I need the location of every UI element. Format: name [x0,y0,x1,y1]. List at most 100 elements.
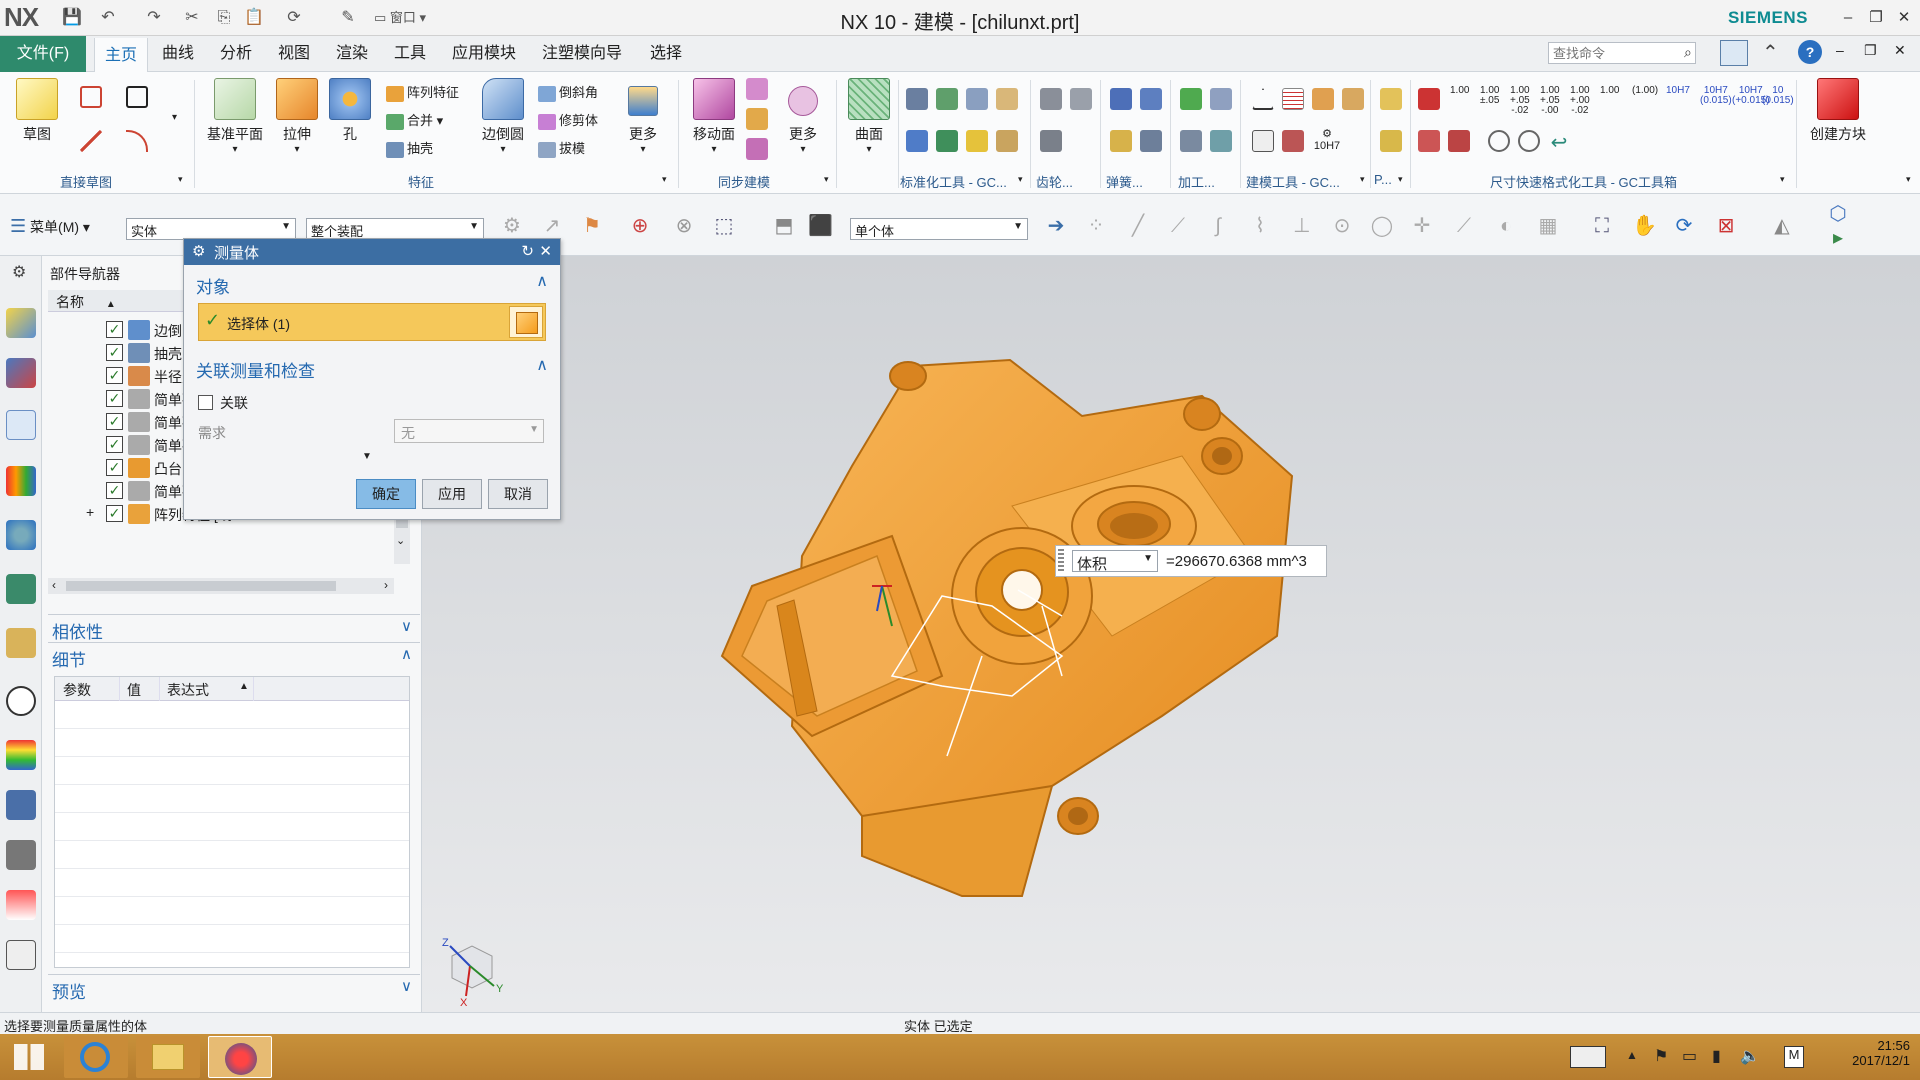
select-body-row[interactable]: ✓ 选择体 (1) [198,303,546,341]
manufacturing-wizard-icon[interactable] [6,840,36,870]
intersection-snap-icon[interactable]: ⊥ [1290,214,1314,238]
create-block-button[interactable]: 创建方块 [1800,78,1876,144]
sort-ascending-icon[interactable]: ▲ [106,299,116,310]
close-icon[interactable]: ✕ [539,242,552,260]
tab-mold-wizard[interactable]: 注塑模向导 [532,36,632,72]
group-std-tools-expand-icon[interactable]: ▾ [1018,174,1023,185]
arc-center-snap-icon[interactable]: ⊙ [1330,214,1354,238]
datum-plane-button[interactable]: 基准平面 ▾ [204,78,266,155]
std-tool-1-icon[interactable] [906,88,928,110]
p-tool-2-icon[interactable] [1380,130,1402,152]
zoom-icon[interactable]: ⊠ [1714,214,1738,238]
cancel-button[interactable]: 取消 [488,479,548,509]
dim-format-button[interactable]: (1.00) [1632,86,1658,96]
unite-button[interactable]: 合并 ▾ [386,110,443,130]
p-tool-1-icon[interactable] [1380,88,1402,110]
more-feature-button[interactable]: 更多 ▾ [618,78,668,155]
volume-icon[interactable]: 🔈 [1740,1046,1760,1066]
tray-expand-icon[interactable]: ▲ [1626,1048,1638,1062]
group-modeling-tools-expand-icon[interactable]: ▾ [1360,174,1365,185]
visibility-checkbox[interactable]: ✓ [106,344,123,361]
group-direct-sketch-expand-icon[interactable]: ▾ [178,174,183,185]
minimize-button[interactable]: – [1834,6,1862,30]
modeling-tool-3-icon[interactable] [1312,88,1334,110]
ok-button[interactable]: 确定 [356,479,416,509]
type-filter-select[interactable]: 实体 ▼ [126,218,296,240]
restore-button[interactable]: ❐ [1862,6,1890,30]
sync-tool-3-icon[interactable] [746,138,768,160]
machining-tool-3-icon[interactable] [1180,130,1202,152]
ribbon-minimize-icon[interactable]: – [1836,42,1844,58]
ribbon-options-icon[interactable]: ▾ [1906,174,1911,185]
body-icon[interactable]: ⬛ [808,214,833,238]
std-tool-4-icon[interactable] [996,88,1018,110]
rectangle-icon[interactable] [126,86,148,108]
sketch-gallery-arrow-icon[interactable]: ▾ [172,112,177,123]
hole-button[interactable]: 孔 [328,78,372,144]
scope-select[interactable]: 整个装配 ▼ [306,218,484,240]
dim-tool-2-icon[interactable] [1418,130,1440,152]
render-style-icon[interactable]: ◭ [1770,214,1794,238]
spring-tool-1-icon[interactable] [1110,88,1132,110]
line-snap-icon[interactable]: ╱ [1126,214,1150,238]
group-dim-tools-expand-icon[interactable]: ▾ [1780,174,1785,185]
dim-format-button[interactable]: 10H7 (0.015) [1700,86,1732,106]
fit-view-icon[interactable]: ⛶ [1590,214,1614,238]
visibility-checkbox[interactable]: ✓ [106,390,123,407]
object-section-header[interactable]: 对象 [196,273,230,298]
expand-icon[interactable]: + [86,504,94,520]
tab-selection[interactable]: 选择 [640,36,692,72]
scroll-right-icon[interactable]: › [384,578,388,592]
search-icon[interactable]: ⌕ [1684,44,1692,61]
more-sync-button[interactable]: 更多 ▾ [778,78,828,155]
clock-icon[interactable] [6,686,36,716]
tab-curve[interactable]: 曲线 [152,36,204,72]
graphics-window[interactable]: Z X Y [422,256,1920,1012]
system-materials-icon[interactable] [6,740,36,770]
grid-snap-icon[interactable]: ▦ [1536,214,1560,238]
surface-button[interactable]: 曲面 ▾ [842,78,896,155]
return-tool-icon[interactable]: ↩ [1548,130,1570,154]
collapse-object-icon[interactable]: ∧ [536,271,548,291]
machining-tool-1-icon[interactable] [1180,88,1202,110]
spring-tool-3-icon[interactable] [1110,130,1132,152]
visibility-checkbox[interactable]: ✓ [106,413,123,430]
assoc-checkbox[interactable] [198,395,213,410]
control-snap-icon[interactable]: ⌇ [1248,214,1272,238]
ie-taskbar-button[interactable] [64,1036,128,1078]
arrow-right-icon[interactable]: ➔ [1044,214,1068,238]
profile-icon[interactable] [80,86,102,108]
dim-format-button[interactable]: 1.00 +.00 -.02 [1570,86,1590,116]
flag-icon[interactable]: ⚑ [1654,1046,1668,1066]
assoc-section-header[interactable]: 关联测量和检查 [196,357,315,382]
ribbon-close-icon[interactable]: ✕ [1894,42,1906,59]
sketch-button[interactable]: 草图 [10,78,64,144]
pattern-feature-button[interactable]: 阵列特征 [386,82,459,102]
collapse-assoc-icon[interactable]: ∧ [536,355,548,375]
dim-format-button[interactable]: 1.00 [1450,86,1469,96]
group-feature-expand-icon[interactable]: ▾ [662,174,667,185]
tab-file[interactable]: 文件(F) [0,36,86,72]
reset-icon[interactable]: ↻ [521,242,534,260]
visibility-checkbox[interactable]: ✓ [106,367,123,384]
explorer-taskbar-button[interactable] [136,1036,200,1078]
body-rule-select[interactable]: 单个体 ▼ [850,218,1028,240]
point-snap-1-icon[interactable]: ⁘ [1084,214,1108,238]
nx-taskbar-button[interactable] [208,1036,272,1078]
preview-section-header[interactable]: 预览 ∨ [48,974,420,1002]
diameter-tool-icon[interactable] [1488,130,1510,152]
web-browser-icon[interactable] [6,574,36,604]
tab-tools[interactable]: 工具 [384,36,436,72]
quadrant-snap-icon[interactable]: ◯ [1370,214,1394,238]
group-p-expand-icon[interactable]: ▾ [1398,174,1403,185]
system-scene-icon[interactable] [6,940,36,970]
constraint-navigator-icon[interactable] [6,358,36,388]
rotate-icon[interactable]: ⟳ [1672,214,1696,238]
machining-tool-4-icon[interactable] [1210,130,1232,152]
details-col-expression[interactable]: 表达式 [167,680,209,700]
scroll-down-icon[interactable]: ⌄ [396,534,405,547]
dependency-section-header[interactable]: 相依性 ∨ [48,614,420,642]
point-on-surface-snap-icon[interactable]: ◐ [1494,214,1518,238]
body-selection-icon[interactable] [509,306,543,338]
modeling-tool-4-icon[interactable] [1342,88,1364,110]
